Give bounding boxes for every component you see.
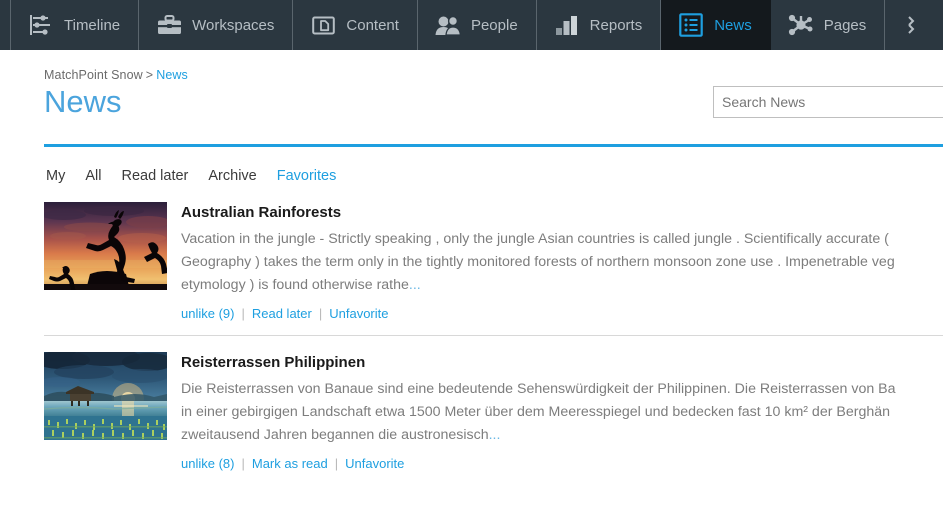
news-item-body: Australian Rainforests Vacation in the j… <box>181 202 943 321</box>
breadcrumb-current[interactable]: News <box>156 68 188 82</box>
page-header-left: MatchPoint Snow > News News <box>44 68 188 120</box>
news-list-item[interactable]: Reisterrassen Philippinen Die Reisterras… <box>44 351 943 485</box>
page-header: MatchPoint Snow > News News <box>44 50 943 120</box>
unlike-link[interactable]: unlike (9) <box>181 306 234 321</box>
summary-text: zweitausend Jahren begannen die austrone… <box>181 426 489 443</box>
action-separator: | <box>318 305 323 321</box>
briefcase-icon <box>156 12 182 38</box>
search-container <box>713 86 943 118</box>
rice-terraces-thumbnail[interactable] <box>44 351 167 440</box>
nav-tab-label: News <box>714 16 752 34</box>
page-content: MatchPoint Snow>News News My All Read la… <box>0 50 943 514</box>
search-input[interactable] <box>713 86 943 118</box>
news-list: Australian Rainforests Vacation in the j… <box>44 201 943 485</box>
summary-line: in einer gebirgigen Landschaft etwa 1500… <box>181 403 891 420</box>
nav-tab-label: Reports <box>589 16 643 34</box>
news-item-body: Reisterrassen Philippinen Die Reisterras… <box>181 352 943 471</box>
news-item-summary: Die Reisterrassen von Banaue sind eine b… <box>181 378 943 447</box>
breadcrumb-separator: > <box>145 68 154 82</box>
read-more-ellipsis[interactable]: ... <box>409 277 421 293</box>
summary-line: Geography ) takes the term only in the t… <box>181 253 895 270</box>
nav-tab-label: People <box>470 16 518 34</box>
people-icon <box>435 12 461 38</box>
action-separator: | <box>241 455 245 471</box>
nav-tab-label: Workspaces <box>192 16 275 34</box>
summary-line: zweitausend Jahren begannen die austrone… <box>181 424 943 447</box>
nav-tab-label: Pages <box>823 16 867 34</box>
kangaroo-sunset-thumbnail[interactable] <box>44 201 167 290</box>
breadcrumb: MatchPoint Snow > News <box>44 68 188 82</box>
news-item-actions: unlike (8) | Mark as read | Unfavorite <box>181 456 943 471</box>
network-icon <box>788 12 814 38</box>
filter-tabs: My All Read later Archive Favorites <box>44 147 943 200</box>
filter-tab-all[interactable]: All <box>85 168 101 184</box>
more-icon <box>899 12 925 38</box>
list-icon <box>678 12 704 38</box>
nav-tab-content[interactable]: Content <box>293 0 418 50</box>
filter-tab-archive[interactable]: Archive <box>208 168 256 184</box>
mark-as-read-link[interactable]: Mark as read <box>252 456 328 471</box>
summary-text: etymology ) is found otherwise rathe <box>181 276 409 293</box>
page-title: News <box>44 84 122 119</box>
unfavorite-link[interactable]: Unfavorite <box>329 306 388 321</box>
nav-tab-reports[interactable]: Reports <box>537 0 662 50</box>
filter-tab-favorites[interactable]: Favorites <box>277 168 337 184</box>
folder-doc-icon <box>310 12 336 38</box>
summary-line: Die Reisterrassen von Banaue sind eine b… <box>181 380 896 397</box>
read-more-ellipsis[interactable]: ... <box>489 427 501 443</box>
news-item-title[interactable]: Australian Rainforests <box>181 204 943 222</box>
filter-tab-my[interactable]: My <box>46 168 65 184</box>
filter-tab-read-later[interactable]: Read later <box>121 168 188 184</box>
news-item-title[interactable]: Reisterrassen Philippinen <box>181 354 943 372</box>
summary-line: etymology ) is found otherwise rathe... <box>181 274 943 297</box>
top-navigation: Timeline Workspaces Content People Repor… <box>0 0 943 50</box>
action-separator: | <box>241 305 245 321</box>
summary-line: Vacation in the jungle - Strictly speaki… <box>181 230 889 247</box>
unfavorite-link[interactable]: Unfavorite <box>345 456 404 471</box>
read-later-link[interactable]: Read later <box>252 306 312 321</box>
nav-tab-workspaces[interactable]: Workspaces <box>139 0 294 50</box>
nav-tab-people[interactable]: People <box>418 0 537 50</box>
bar-chart-icon <box>554 12 580 38</box>
news-item-actions: unlike (9) | Read later | Unfavorite <box>181 306 943 321</box>
action-separator: | <box>334 455 339 471</box>
news-item-summary: Vacation in the jungle - Strictly speaki… <box>181 228 943 297</box>
timeline-icon <box>28 12 54 38</box>
news-list-item[interactable]: Australian Rainforests Vacation in the j… <box>44 201 943 336</box>
nav-overflow-tab[interactable] <box>885 0 925 50</box>
nav-tab-label: Timeline <box>64 16 121 34</box>
nav-tab-news[interactable]: News <box>661 0 771 50</box>
nav-tab-label: Content <box>346 16 399 34</box>
unlike-link[interactable]: unlike (8) <box>181 456 234 471</box>
breadcrumb-root[interactable]: MatchPoint Snow <box>44 68 143 82</box>
nav-tab-pages[interactable]: Pages <box>771 0 886 50</box>
nav-tab-timeline[interactable]: Timeline <box>10 0 140 50</box>
